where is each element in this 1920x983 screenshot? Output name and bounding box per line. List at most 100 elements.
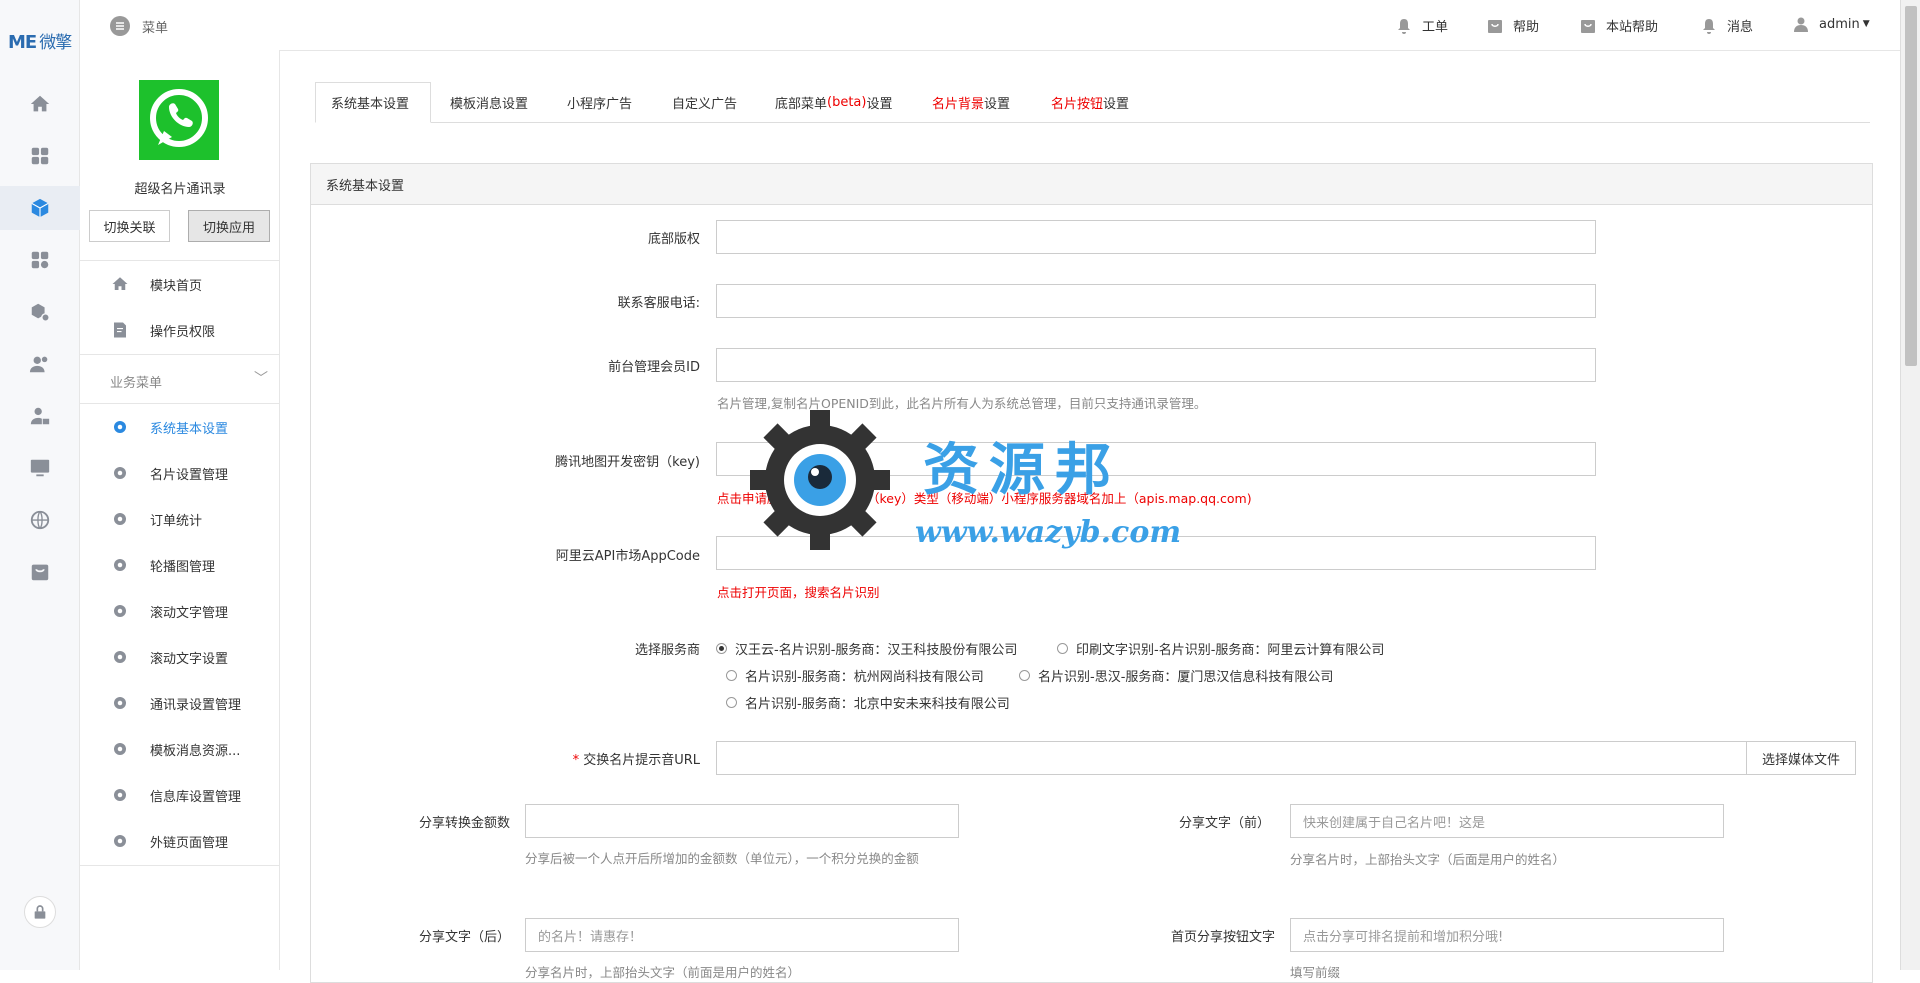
monitor-icon[interactable] bbox=[28, 456, 52, 480]
tab-template-messages[interactable]: 模板消息设置 bbox=[435, 82, 543, 123]
phone-label: 联系客服电话: bbox=[617, 296, 700, 311]
document-edit-icon bbox=[110, 320, 130, 340]
tab-system-settings[interactable]: 系统基本设置 bbox=[315, 82, 431, 123]
sidebar-item-external-links[interactable]: 外链页面管理 bbox=[80, 818, 280, 864]
apps-grid-icon[interactable] bbox=[28, 144, 52, 168]
home-icon bbox=[110, 274, 130, 294]
copyright-label: 底部版权 bbox=[647, 232, 700, 247]
radio-icon bbox=[1057, 643, 1068, 654]
cube-icon[interactable] bbox=[28, 196, 52, 220]
app-logo bbox=[139, 80, 219, 160]
gear-icon bbox=[110, 647, 130, 667]
sidebar-item-order-stats[interactable]: 订单统计 bbox=[80, 496, 280, 542]
package-settings-icon[interactable] bbox=[28, 300, 52, 324]
select-media-button[interactable]: 选择媒体文件 bbox=[1746, 741, 1856, 775]
user-icon bbox=[1794, 17, 1808, 32]
phone-input[interactable] bbox=[716, 284, 1596, 318]
admin-id-help: 名片管理,复制名片OPENID到此，此名片所有人为系统总管理，目前只支持通讯录管… bbox=[717, 396, 1207, 411]
bell-icon bbox=[1703, 18, 1715, 34]
sidebar-item-scroll-text-settings[interactable]: 滚动文字设置 bbox=[80, 634, 280, 680]
sidebar-item-operator-permissions[interactable]: 操作员权限 bbox=[80, 307, 280, 353]
chevron-down-icon[interactable]: ﹀ bbox=[254, 368, 268, 388]
sound-url-label: * 交换名片提示音URL bbox=[572, 753, 700, 768]
admin-id-label: 前台管理会员ID bbox=[608, 360, 700, 375]
appcode-label: 阿里云API市场AppCode bbox=[555, 549, 700, 564]
home-share-label: 首页分享按钮文字 bbox=[1170, 930, 1275, 945]
admin-id-input[interactable] bbox=[716, 348, 1596, 382]
sidebar-item-scroll-text-manage[interactable]: 滚动文字管理 bbox=[80, 588, 280, 634]
sidebar-item-template-resources[interactable]: 模板消息资源... bbox=[80, 726, 280, 772]
provider-radio-hanwang[interactable]: 汉王云-名片识别-服务商：汉王科技股份有限公司 bbox=[716, 639, 1017, 658]
nav-help[interactable]: 帮助 bbox=[1487, 16, 1539, 35]
share-front-label: 分享文字（前） bbox=[1178, 816, 1270, 831]
nav-site-help[interactable]: 本站帮助 bbox=[1580, 16, 1658, 35]
provider-radio-zhongan[interactable]: 名片识别-服务商：北京中安未来科技有限公司 bbox=[726, 693, 1010, 712]
gear-icon bbox=[110, 463, 130, 483]
nav-user-admin[interactable]: admin ▼ bbox=[1793, 16, 1870, 32]
share-back-input[interactable]: 的名片！请惠存！ bbox=[525, 918, 959, 952]
gear-icon bbox=[110, 417, 130, 437]
page-scrollbar[interactable] bbox=[1900, 0, 1920, 970]
sidebar-item-module-home[interactable]: 模块首页 bbox=[80, 261, 280, 307]
tab-bottom-menu[interactable]: 底部菜单 (beta) 设置 bbox=[760, 82, 908, 123]
sidebar-item-info-library[interactable]: 信息库设置管理 bbox=[80, 772, 280, 818]
switch-app-button[interactable]: 切换应用 bbox=[188, 210, 270, 242]
user-lock-icon[interactable] bbox=[28, 404, 52, 428]
tab-custom-ads[interactable]: 自定义广告 bbox=[657, 82, 752, 123]
provider-radio-hangzhou[interactable]: 名片识别-服务商：杭州网尚科技有限公司 bbox=[726, 666, 984, 685]
globe-icon[interactable] bbox=[28, 508, 52, 532]
bag-icon bbox=[1488, 19, 1502, 33]
tab-miniprogram-ads[interactable]: 小程序广告 bbox=[552, 82, 647, 123]
sound-url-input[interactable] bbox=[716, 741, 1747, 775]
modules-gear-icon[interactable] bbox=[28, 248, 52, 272]
gear-icon bbox=[110, 693, 130, 713]
share-front-input[interactable]: 快来创建属于自己名片吧！这是 bbox=[1290, 804, 1724, 838]
bag-icon bbox=[1581, 19, 1595, 33]
share-amount-label: 分享转换金额数 bbox=[418, 816, 510, 831]
users-icon[interactable] bbox=[28, 352, 52, 376]
switch-link-button[interactable]: 切换关联 bbox=[89, 210, 170, 242]
tab-card-buttons[interactable]: 名片 按钮 设置 bbox=[1036, 82, 1144, 123]
bell-icon bbox=[1398, 18, 1410, 34]
top-bar: 菜单 工单 帮助 本站帮助 消息 admin ▼ bbox=[80, 0, 1900, 51]
gear-icon bbox=[110, 601, 130, 621]
copyright-input[interactable] bbox=[716, 220, 1596, 254]
sidebar-item-contacts-settings[interactable]: 通讯录设置管理 bbox=[80, 680, 280, 726]
provider-radio-sihan[interactable]: 名片识别-思汉-服务商：厦门思汉信息科技有限公司 bbox=[1019, 666, 1333, 685]
gear-icon bbox=[110, 509, 130, 529]
radio-icon bbox=[726, 697, 737, 708]
module-sidebar: 超级名片通讯录 切换关联 切换应用 模块首页 操作员权限 业务菜单 ﹀ 系统基本… bbox=[80, 50, 280, 970]
icon-rail: ME 微擎 bbox=[0, 0, 80, 970]
sidebar-item-system-settings[interactable]: 系统基本设置 bbox=[80, 404, 280, 450]
nav-messages[interactable]: 消息 bbox=[1701, 16, 1753, 35]
scrollbar-thumb[interactable] bbox=[1905, 6, 1917, 366]
appcode-help-link[interactable]: 点击打开页面，搜索名片识别 bbox=[717, 582, 880, 601]
map-key-input[interactable] bbox=[716, 442, 1596, 476]
shop-bag-icon[interactable] bbox=[28, 560, 52, 584]
gear-icon bbox=[110, 739, 130, 759]
provider-radio-aliyun[interactable]: 印刷文字识别-名片识别-服务商：阿里云计算有限公司 bbox=[1057, 639, 1384, 658]
home-share-help: 填写前缀 bbox=[1290, 965, 1341, 980]
list-icon bbox=[110, 16, 130, 36]
brand-logo[interactable]: ME 微擎 bbox=[8, 28, 72, 53]
home-icon[interactable] bbox=[28, 92, 52, 116]
map-key-help-link[interactable]: 点击申请腾讯地图开发密钥（key）类型（移动端）小程序服务器域名加上（apis.… bbox=[717, 488, 1252, 507]
share-amount-input[interactable] bbox=[525, 804, 959, 838]
home-share-input[interactable]: 点击分享可排名提前和增加积分哦! bbox=[1290, 918, 1724, 952]
sidebar-group-label: 业务菜单 bbox=[110, 376, 163, 391]
share-amount-help: 分享后被一个人点开后所增加的金额数（单位元），一个积分兑换的金额 bbox=[525, 851, 919, 866]
caret-down-icon: ▼ bbox=[1862, 19, 1870, 29]
radio-icon bbox=[726, 670, 737, 681]
panel-title: 系统基本设置 bbox=[311, 164, 1872, 205]
nav-ticket[interactable]: 工单 bbox=[1396, 16, 1448, 35]
tab-card-background[interactable]: 名片 背景 设置 bbox=[917, 82, 1025, 123]
gear-icon bbox=[110, 555, 130, 575]
lock-icon[interactable] bbox=[24, 896, 56, 928]
menu-toggle[interactable]: 菜单 bbox=[110, 16, 168, 36]
app-name: 超级名片通讯录 bbox=[134, 182, 226, 197]
settings-tabs: 系统基本设置 模板消息设置 小程序广告 自定义广告 底部菜单 (beta) 设置 名… bbox=[315, 82, 1870, 123]
sidebar-item-carousel[interactable]: 轮播图管理 bbox=[80, 542, 280, 588]
appcode-input[interactable] bbox=[716, 536, 1596, 570]
sidebar-item-card-settings[interactable]: 名片设置管理 bbox=[80, 450, 280, 496]
radio-icon bbox=[1019, 670, 1030, 681]
